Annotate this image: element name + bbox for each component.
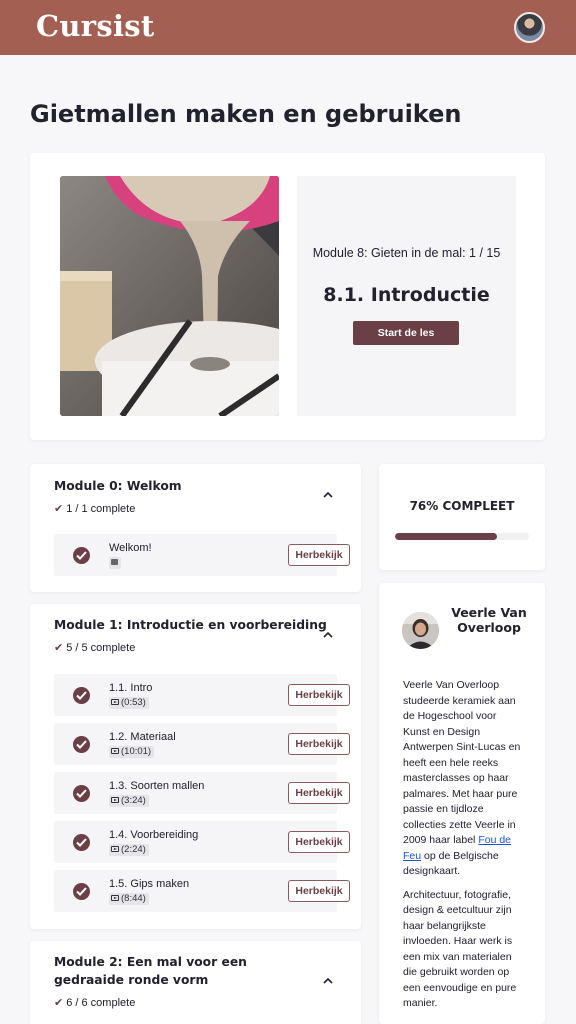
module-card: Module 0: Welkom ✔ 1 / 1 complete Welkom!…	[30, 464, 361, 592]
completed-check-icon	[73, 736, 90, 753]
user-avatar-icon[interactable]	[514, 12, 545, 43]
start-lesson-button[interactable]: Start de les	[353, 321, 459, 345]
author-bio: Veerle Van Overloop studeerde keramiek a…	[403, 678, 525, 1020]
text-lesson-icon	[111, 559, 118, 565]
lesson-item[interactable]: 1.5. Gips maken (8:44) Herbekijk	[54, 870, 350, 912]
lesson-title: 1.4. Voorbereiding	[109, 829, 199, 841]
course-progress-card: 76% COMPLEET	[379, 464, 545, 570]
rewatch-button[interactable]: Herbekijk	[288, 544, 350, 566]
module-title[interactable]: Module 2: Een mal voor een gedraaide ron…	[54, 953, 309, 989]
page-title: Gietmallen maken en gebruiken	[30, 100, 462, 128]
lesson-meta: (2:24)	[109, 844, 149, 856]
lesson-meta: (10:01)	[109, 746, 155, 758]
lesson-title: Welkom!	[109, 542, 152, 554]
author-name: Veerle Van Overloop	[451, 605, 527, 635]
lesson-duration: (10:01)	[121, 746, 152, 757]
lesson-item[interactable]: Welkom! Herbekijk	[54, 534, 350, 576]
completed-check-icon	[73, 834, 90, 851]
lesson-duration: (8:44)	[121, 893, 146, 904]
video-icon	[111, 699, 119, 705]
lesson-meta	[109, 557, 121, 569]
bio-paragraph: Architectuur, fotografie, design & eetcu…	[403, 888, 517, 1010]
top-bar: Cursist	[0, 0, 576, 55]
completed-check-icon	[73, 785, 90, 802]
completed-check-icon	[73, 883, 90, 900]
completed-check-icon	[73, 547, 90, 564]
lesson-title: 1.2. Materiaal	[109, 731, 176, 743]
chevron-up-icon[interactable]	[322, 489, 334, 501]
check-icon: ✔	[54, 503, 64, 515]
lesson-duration: (2:24)	[121, 844, 146, 855]
progress-bar-fill	[395, 533, 497, 540]
module-progress-label: Module 8: Gieten in de mal: 1 / 15	[312, 246, 501, 260]
rewatch-button[interactable]: Herbekijk	[288, 880, 350, 902]
module-title[interactable]: Module 1: Introductie en voorbereiding	[54, 616, 327, 634]
video-icon	[111, 895, 119, 901]
lesson-title: 1.5. Gips maken	[109, 878, 190, 890]
module-card: Module 1: Introductie en voorbereiding ✔…	[30, 604, 361, 929]
rewatch-button[interactable]: Herbekijk	[288, 831, 350, 853]
module-completion: ✔ 5 / 5 complete	[54, 642, 136, 654]
bio-paragraph: Veerle Van Overloop studeerde keramiek a…	[403, 679, 521, 877]
check-icon: ✔	[54, 997, 64, 1009]
lesson-title: 1.3. Soorten mallen	[109, 780, 205, 792]
video-icon	[111, 846, 119, 852]
video-icon	[111, 797, 119, 803]
lesson-duration: (0:53)	[121, 697, 146, 708]
lesson-item[interactable]: 1.4. Voorbereiding (2:24) Herbekijk	[54, 821, 350, 863]
completed-check-icon	[73, 687, 90, 704]
lesson-item[interactable]: 1.3. Soorten mallen (3:24) Herbekijk	[54, 772, 350, 814]
next-lesson-panel: Module 8: Gieten in de mal: 1 / 15 8.1. …	[297, 176, 516, 416]
video-icon	[111, 748, 119, 754]
module-completion: ✔ 1 / 1 complete	[54, 503, 136, 515]
lesson-meta: (8:44)	[109, 893, 149, 905]
lesson-title: 1.1. Intro	[109, 682, 153, 694]
rewatch-button[interactable]: Herbekijk	[288, 684, 350, 706]
module-title[interactable]: Module 0: Welkom	[54, 477, 182, 495]
lesson-meta: (3:24)	[109, 795, 149, 807]
lesson-meta: (0:53)	[109, 697, 149, 709]
check-icon: ✔	[54, 642, 64, 654]
module-completion: ✔ 6 / 6 complete	[54, 997, 136, 1009]
rewatch-button[interactable]: Herbekijk	[288, 782, 350, 804]
module-card: Module 2: Een mal voor een gedraaide ron…	[30, 941, 361, 1024]
author-card: Veerle Van Overloop Veerle Van Overloop …	[379, 583, 545, 1024]
chevron-up-icon[interactable]	[322, 975, 334, 987]
current-lesson-card: Module 8: Gieten in de mal: 1 / 15 8.1. …	[30, 153, 545, 440]
author-avatar	[402, 612, 439, 649]
progress-label: 76% COMPLEET	[409, 499, 515, 513]
chevron-up-icon[interactable]	[322, 629, 334, 641]
lesson-item[interactable]: 1.2. Materiaal (10:01) Herbekijk	[54, 723, 350, 765]
lesson-duration: (3:24)	[121, 795, 146, 806]
logo[interactable]: Cursist	[36, 9, 155, 43]
lesson-item[interactable]: 1.1. Intro (0:53) Herbekijk	[54, 674, 350, 716]
course-thumbnail	[60, 176, 279, 416]
progress-bar	[395, 533, 529, 540]
rewatch-button[interactable]: Herbekijk	[288, 733, 350, 755]
next-lesson-title: 8.1. Introductie	[323, 284, 490, 306]
